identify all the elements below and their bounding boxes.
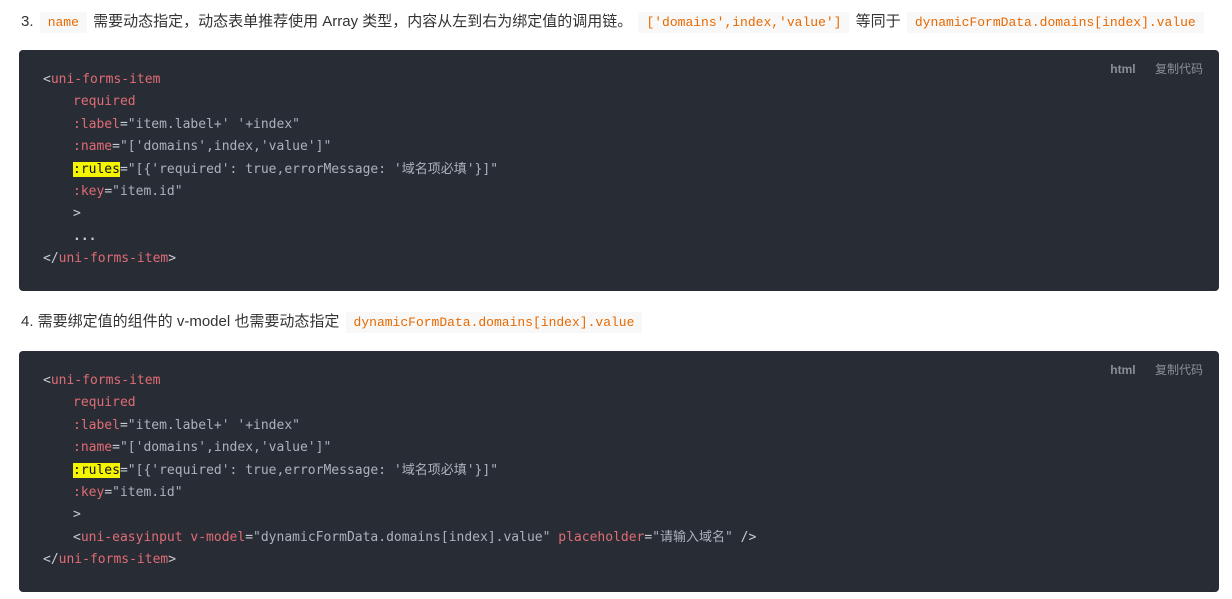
code-language-label: html xyxy=(1110,62,1136,76)
inline-code-path: dynamicFormData.domains[index].value xyxy=(906,12,1204,33)
code-line: > xyxy=(73,206,81,222)
code-line: :name="['domains',index,'value']" xyxy=(73,440,332,456)
step-3-number: 3. xyxy=(21,13,34,30)
step-4-text: 4. 需要绑定值的组件的 v-model 也需要动态指定 xyxy=(21,313,340,330)
inline-code-path: dynamicFormData.domains[index].value xyxy=(345,312,643,333)
code-block-1: html 复制代码 <uni-forms-item required :label=… xyxy=(19,50,1219,291)
code-line: <uni-forms-item xyxy=(43,373,161,388)
code-block-1-content: <uni-forms-item required :label="item.labe… xyxy=(43,69,498,271)
step-3-text-b: 等同于 xyxy=(855,13,901,30)
step-4-paragraph: 4. 需要绑定值的组件的 v-model 也需要动态指定 dynamicForm… xyxy=(21,310,644,335)
code-block-2-toolbar: html 复制代码 xyxy=(1110,361,1203,378)
step-3-text-a: 需要动态指定，动态表单推荐使用 Array 类型，内容从左到右为绑定值的调用链。 xyxy=(93,13,633,30)
code-line: :key="item.id" xyxy=(73,484,183,500)
code-line: :label="item.label+' '+index" xyxy=(73,417,300,433)
code-line: </uni-forms-item> xyxy=(43,552,177,568)
code-line: <uni-easyinput v-model="dynamicFormData.… xyxy=(73,529,757,545)
code-line: </uni-forms-item> xyxy=(43,251,177,267)
code-line: :label="item.label+' '+index" xyxy=(73,116,300,132)
code-line: > xyxy=(73,507,81,523)
code-line: :key="item.id" xyxy=(73,183,183,199)
copy-code-button[interactable]: 复制代码 xyxy=(1155,62,1203,76)
code-line: required xyxy=(73,395,136,411)
code-line: :name="['domains',index,'value']" xyxy=(73,139,332,155)
code-language-label: html xyxy=(1110,363,1136,377)
code-block-2-content: <uni-forms-item required :label="item.labe… xyxy=(43,370,756,572)
code-line: ... xyxy=(73,228,97,244)
code-block-2: html 复制代码 <uni-forms-item required :label=… xyxy=(19,351,1219,592)
highlighted-rules: :rules xyxy=(73,462,120,478)
code-line: :rules="[{'required': true,errorMessage:… xyxy=(73,462,499,478)
code-line: required xyxy=(73,94,136,110)
code-block-1-toolbar: html 复制代码 xyxy=(1110,60,1203,77)
inline-code-chain: ['domains',index,'value'] xyxy=(638,12,850,33)
code-line: :rules="[{'required': true,errorMessage:… xyxy=(73,161,499,177)
step-3-paragraph: 3. name 需要动态指定，动态表单推荐使用 Array 类型，内容从左到右为… xyxy=(21,10,1206,35)
copy-code-button[interactable]: 复制代码 xyxy=(1155,363,1203,377)
highlighted-rules: :rules xyxy=(73,161,120,177)
code-line: <uni-forms-item xyxy=(43,72,161,87)
inline-code-name: name xyxy=(39,12,87,33)
